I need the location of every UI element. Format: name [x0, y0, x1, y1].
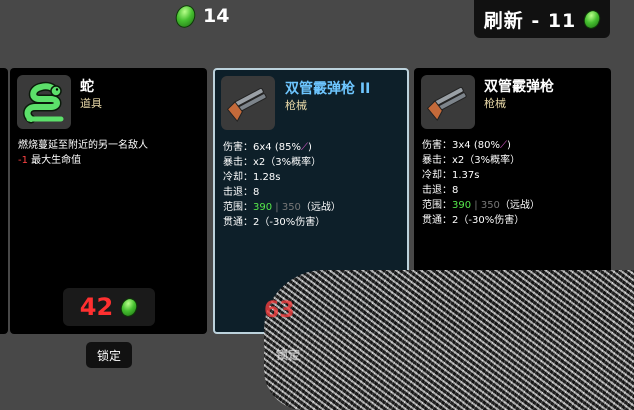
stat-text: 最大生命值 [27, 155, 82, 166]
buy-button[interactable]: 42 [62, 288, 155, 326]
shotgun-icon [221, 76, 275, 130]
stat-row-cooldown: 冷却：1.28s [223, 172, 281, 183]
price-value-obscured: 63 [264, 298, 295, 323]
shop-card-snake[interactable]: 蛇 道具 燃烧蔓延至附近的另一名敌人 -1 最大生命值 42 [10, 68, 207, 334]
elemental-icon: ⟋ [300, 142, 308, 153]
stat-row-range: 范围：390 | 350（远战） [223, 202, 341, 213]
price-value: 42 [79, 293, 114, 321]
weapon-stats: 伤害：3x4 (80%⟋) 暴击：x2（3%概率） 冷却：1.37s 击退：8 … [422, 138, 540, 228]
noise-overlay: 63 锁定 [264, 270, 634, 410]
weapon-stats: 伤害：6x4 (85%⟋) 暴击：x2（3%概率） 冷却：1.28s 击退：8 … [223, 140, 341, 230]
lock-button[interactable]: 锁定 [86, 342, 132, 368]
material-coin-icon [118, 295, 141, 319]
stat-row-knockback: 击退：8 [223, 187, 260, 198]
item-name: 双管霰弹枪 II [285, 81, 371, 97]
currency-value: 14 [203, 5, 230, 27]
lock-button-obscured[interactable]: 锁定 [276, 346, 300, 363]
elemental-icon: ⟋ [499, 140, 507, 151]
shop-card-offscreen[interactable] [0, 68, 8, 334]
currency-display: 14 [172, 1, 230, 31]
reroll-button[interactable]: 刷新 - 11 [474, 0, 610, 38]
snake-icon [17, 75, 71, 129]
item-type: 枪械 [285, 99, 307, 112]
item-name: 双管霰弹枪 [484, 79, 554, 95]
stat-row-damage: 伤害：6x4 (85%⟋) [223, 142, 312, 153]
stat-row-cooldown: 冷却：1.37s [422, 170, 480, 181]
item-name: 蛇 [80, 79, 94, 95]
description-line: 燃烧蔓延至附近的另一名敌人 [18, 140, 148, 151]
stat-row-pierce: 贯通：2（-30%伤害） [422, 215, 525, 226]
stat-row-damage: 伤害：3x4 (80%⟋) [422, 140, 511, 151]
shotgun-icon [421, 75, 475, 129]
stat-row-crit: 暴击：x2（3%概率） [223, 157, 322, 168]
stat-row-range: 范围：390 | 350（远战） [422, 200, 540, 211]
description-line: -1 最大生命值 [18, 153, 148, 168]
stat-row-crit: 暴击：x2（3%概率） [422, 155, 521, 166]
item-type: 枪械 [484, 97, 506, 110]
material-coin-icon [581, 7, 604, 31]
item-description: 燃烧蔓延至附近的另一名敌人 -1 最大生命值 [18, 138, 148, 168]
stat-negative-value: -1 [18, 155, 28, 166]
item-type: 道具 [80, 97, 102, 110]
stat-row-pierce: 贯通：2（-30%伤害） [223, 217, 326, 228]
reroll-label: 刷新 - 11 [483, 9, 577, 32]
stat-row-knockback: 击退：8 [422, 185, 459, 196]
material-coin-icon [172, 1, 199, 31]
